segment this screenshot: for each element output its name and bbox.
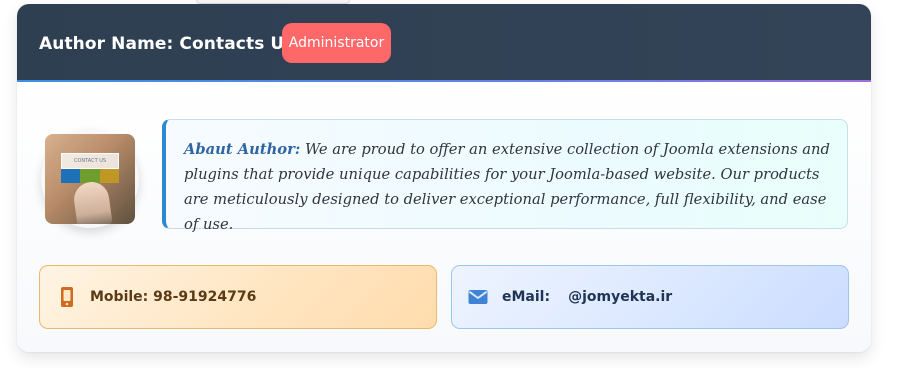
about-author-box: Abaut Author: We are proud to offer an e… <box>162 119 848 233</box>
email-contact-box: eMail: @jomyekta.ir <box>451 265 849 329</box>
mail-icon <box>80 169 100 183</box>
about-author-label: Abaut Author: <box>184 141 301 158</box>
mobile-contact-box: Mobile: 98-91924776 <box>39 265 437 329</box>
about-author-text: Abaut Author: We are proud to offer an e… <box>184 137 839 237</box>
chat-icon <box>99 169 119 183</box>
email-address: @jomyekta.ir <box>568 289 673 305</box>
mobile-phone-icon <box>61 287 73 307</box>
contact-board-image: CONTACT US <box>61 153 119 169</box>
author-header: Author Name: Contacts US Administrator <box>17 4 871 82</box>
email-label: eMail: @jomyekta.ir <box>502 289 673 305</box>
contact-options-image <box>61 169 119 183</box>
author-photo: CONTACT US <box>45 134 135 224</box>
author-name-title: Author Name: Contacts US <box>39 34 297 54</box>
phone-icon <box>61 169 81 183</box>
administrator-badge: Administrator <box>282 23 391 63</box>
mobile-number: 98-91924776 <box>153 289 257 305</box>
mobile-label: Mobile: 98-91924776 <box>90 289 257 305</box>
avatar: CONTACT US <box>41 130 139 228</box>
author-card-body: CONTACT US Abaut Author: We are proud to… <box>17 82 871 352</box>
hand-image <box>71 179 114 224</box>
email-icon <box>468 290 488 304</box>
author-card: Author Name: Contacts US Administrator C… <box>17 4 871 352</box>
